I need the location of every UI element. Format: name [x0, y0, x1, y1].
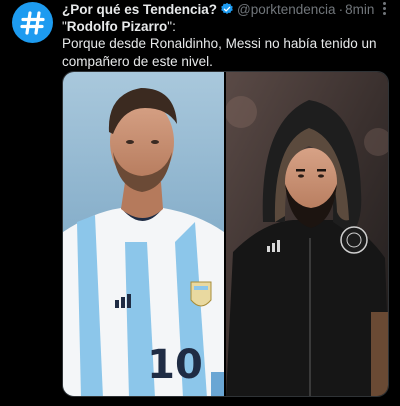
handle[interactable]: @porktendencia	[237, 2, 336, 17]
quoted-name: Rodolfo Pizarro	[66, 19, 168, 34]
right-photo	[226, 72, 388, 396]
left-photo: 10	[63, 72, 224, 396]
separator: ·	[338, 1, 344, 17]
quote-close: ":	[167, 19, 176, 34]
timestamp[interactable]: 8min	[345, 2, 374, 17]
quoted-name-line: "Rodolfo Pizarro":	[62, 18, 176, 36]
shirt-number: 10	[147, 342, 203, 388]
display-name[interactable]: ¿Por qué es Tendencia?	[62, 2, 217, 17]
tweet-media[interactable]: 10	[62, 71, 389, 397]
avatar[interactable]	[12, 2, 53, 43]
tweet[interactable]: ¿Por qué es Tendencia? @porktendencia · …	[0, 0, 400, 406]
tweet-header: ¿Por qué es Tendencia? @porktendencia · …	[62, 0, 374, 18]
tweet-text: Porque desde Ronaldinho, Messi no había …	[62, 36, 377, 69]
hashtag-icon	[19, 10, 45, 35]
verified-badge-icon	[220, 2, 234, 16]
more-options-icon[interactable]	[383, 2, 386, 15]
